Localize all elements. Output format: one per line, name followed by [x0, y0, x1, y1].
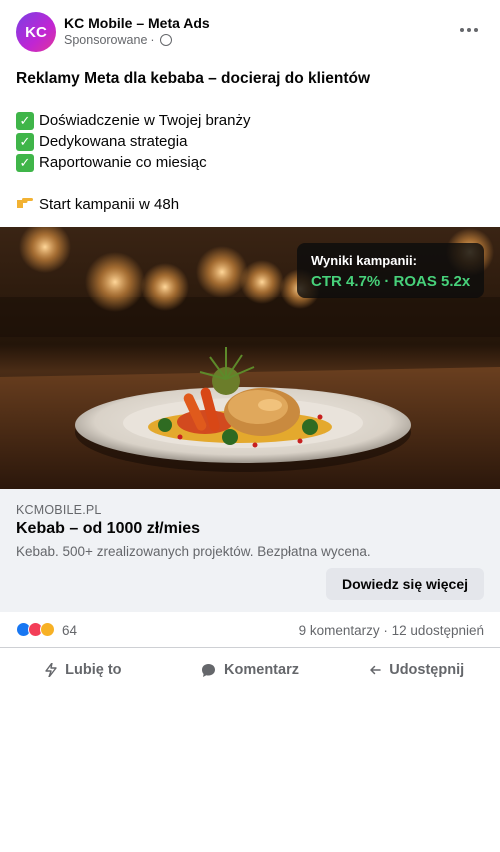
bullet-item: ✓ Raportowanie co miesiąc: [16, 152, 486, 173]
cta-line: Start kampanii w 48h: [16, 194, 486, 215]
link-domain: KCMOBILE.PL: [16, 503, 102, 517]
reaction-icons[interactable]: [16, 622, 55, 637]
cta-text: Start kampanii w 48h: [39, 196, 180, 213]
learn-more-button[interactable]: Dowiedz się więcej: [326, 568, 484, 600]
dot-icon: [460, 28, 464, 32]
page-name[interactable]: KC Mobile – Meta Ads: [64, 15, 210, 31]
more-options-icon[interactable]: [460, 27, 478, 33]
sponsored-line: Sponsorowane ·: [64, 33, 172, 47]
check-icon: ✓: [16, 132, 34, 151]
link-preview[interactable]: KCMOBILE.PL Kebab – od 1000 zł/mies Keba…: [0, 489, 500, 612]
comments-shares-count[interactable]: 9 komentarzy · 12 udostępnień: [299, 623, 484, 638]
like-button[interactable]: Lubię to: [0, 649, 167, 691]
bullet-text: Doświadczenie w Twojej branży: [39, 112, 251, 129]
link-description: Kebab. 500+ zrealizowanych projektów. Be…: [16, 544, 371, 559]
share-arrow-icon: [370, 665, 381, 675]
like-icon: [45, 663, 57, 677]
avatar[interactable]: KC: [16, 12, 56, 52]
dot-icon: [467, 28, 471, 32]
ad-image[interactable]: Wyniki kampanii: CTR 4.7% · ROAS 5.2x: [0, 227, 500, 489]
check-icon: ✓: [16, 111, 34, 130]
globe-icon: [159, 34, 172, 46]
bullet-text: Raportowanie co miesiąc: [39, 154, 207, 171]
link-title[interactable]: Kebab – od 1000 zł/mies: [16, 520, 200, 538]
share-label: Udostępnij: [389, 662, 465, 678]
reaction-count[interactable]: 64: [62, 623, 77, 638]
actions-bar: Lubię to Komentarz Udostępnij: [0, 649, 500, 691]
check-icon: ✓: [16, 153, 34, 172]
stats-title: Wyniki kampanii:: [311, 253, 417, 268]
dot-icon: [474, 28, 478, 32]
comment-icon: [202, 663, 216, 677]
bullet-item: ✓ Doświadczenie w Twojej branży: [16, 110, 486, 131]
campaign-stats-card: Wyniki kampanii: CTR 4.7% · ROAS 5.2x: [297, 243, 484, 298]
separator: ·: [150, 33, 155, 47]
post-header: KC KC Mobile – Meta Ads Sponsorowane ·: [0, 0, 500, 64]
post-text: Reklamy Meta dla kebaba – docieraj do kl…: [16, 68, 486, 215]
wow-reaction-icon: [40, 622, 55, 637]
comment-label: Komentarz: [224, 662, 299, 678]
post-headline: Reklamy Meta dla kebaba – docieraj do kl…: [16, 70, 371, 87]
stats-values: CTR 4.7% · ROAS 5.2x: [311, 273, 471, 290]
bullet-item: ✓ Dedykowana strategia: [16, 131, 486, 152]
like-label: Lubię to: [65, 662, 122, 678]
sponsored-label[interactable]: Sponsorowane: [64, 33, 147, 47]
share-button[interactable]: Udostępnij: [333, 649, 500, 691]
bullet-text: Dedykowana strategia: [39, 133, 188, 150]
reactions-bar: 64 9 komentarzy · 12 udostępnień: [0, 612, 500, 648]
comment-button[interactable]: Komentarz: [167, 649, 334, 691]
pointing-hand-icon: [16, 194, 34, 215]
